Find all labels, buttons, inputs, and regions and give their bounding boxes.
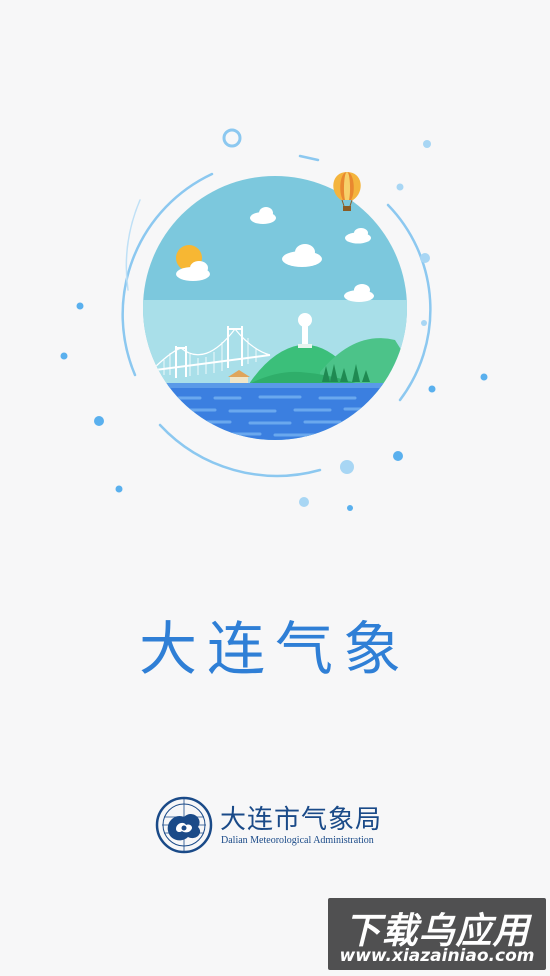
watermark-url: www.xiazainiao.com — [339, 946, 535, 966]
splash-illustration — [60, 128, 488, 511]
cma-emblem-icon — [155, 796, 213, 854]
organization-name-cn: 大连市气象局 — [220, 805, 383, 835]
scene-circle — [143, 176, 407, 440]
splash-screen: 大连气象 大连市气象局 Dalian Meteorological Admini… — [0, 0, 550, 976]
organization-name-en: Dalian Meteorological Administration — [221, 835, 374, 846]
organization-branding: 大连市气象局 Dalian Meteorological Administrat… — [154, 795, 414, 857]
app-title: 大连气象 — [138, 615, 411, 683]
site-watermark: 下载乌应用 www.xiazainiao.com — [328, 898, 546, 970]
